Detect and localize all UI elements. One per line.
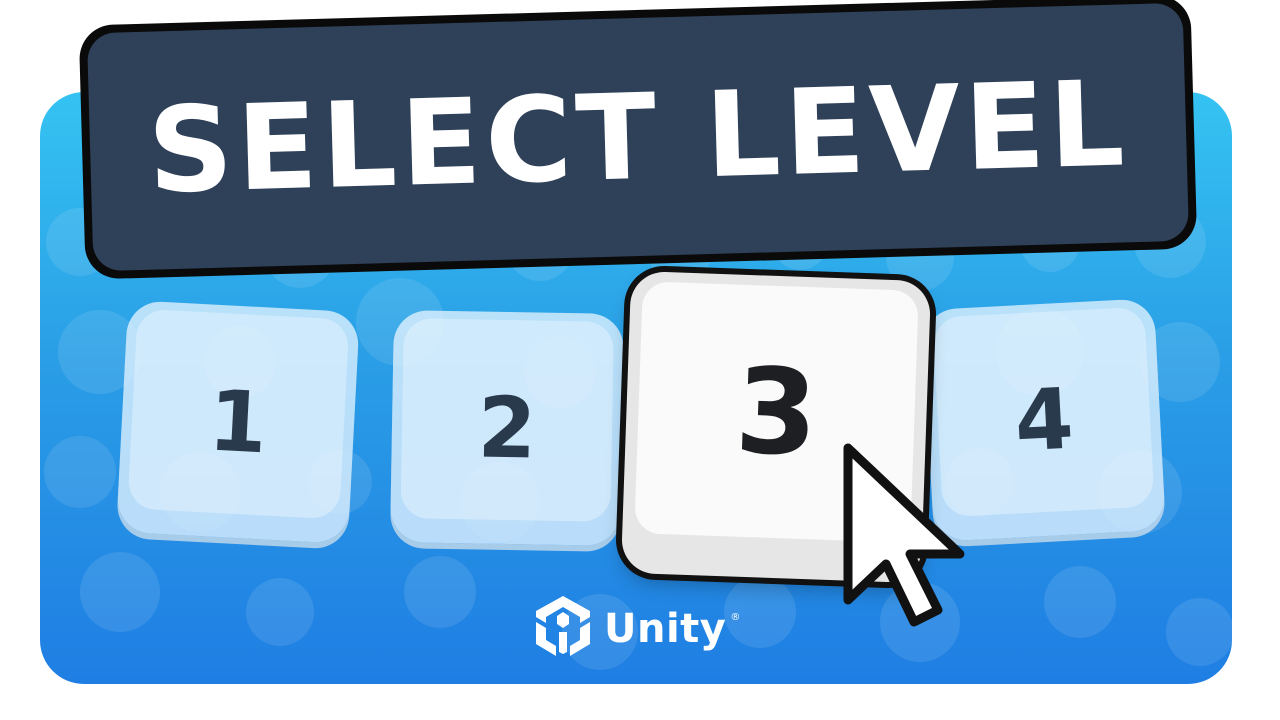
level-label: 4 (1012, 369, 1076, 471)
registered-mark: ® (730, 612, 741, 623)
level-label: 3 (733, 341, 820, 483)
level-button-2[interactable]: 2 (389, 310, 625, 546)
mouse-cursor-icon (843, 443, 965, 627)
page-title: SELECT LEVEL (146, 54, 1130, 220)
title-banner-inner: SELECT LEVEL (86, 2, 1190, 272)
level-button-1[interactable]: 1 (116, 300, 360, 544)
unity-logo: Unity ® (530, 592, 740, 666)
level-label: 2 (476, 378, 538, 478)
unity-logo-icon (536, 596, 590, 656)
title-banner: SELECT LEVEL (78, 0, 1198, 280)
level-label: 1 (206, 371, 270, 473)
unity-wordmark: Unity (604, 606, 727, 652)
